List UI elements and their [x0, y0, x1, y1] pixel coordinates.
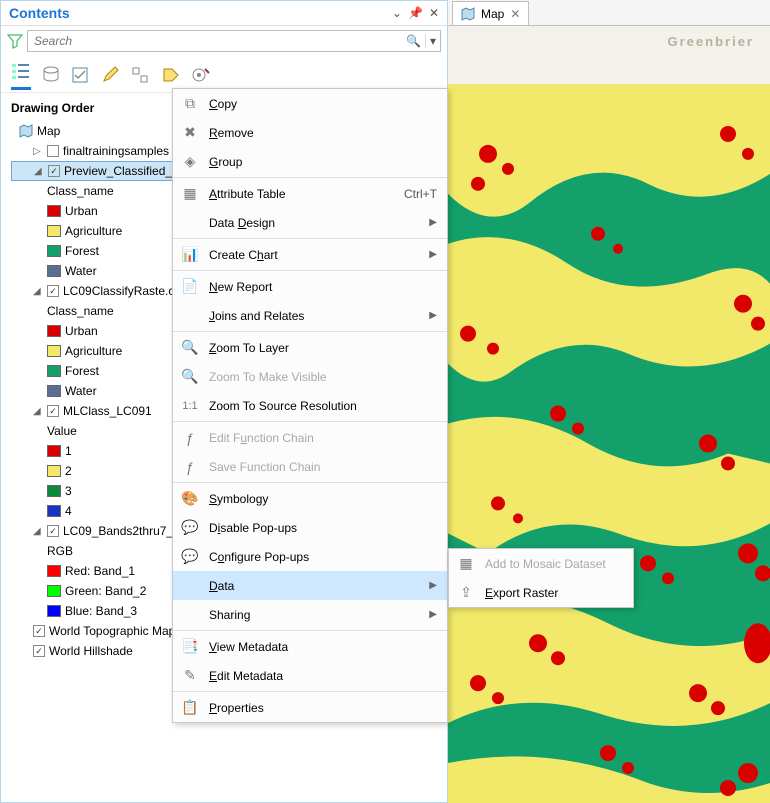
- report-icon: 📄: [181, 278, 199, 296]
- cm-new-report[interactable]: 📄New Report: [173, 272, 447, 301]
- visibility-checkbox[interactable]: [47, 145, 59, 157]
- cm-edit-function-chain: ƒEdit Function Chain: [173, 423, 447, 452]
- submenu-arrow-icon: ▶: [429, 580, 437, 591]
- cm-symbology[interactable]: 🎨Symbology: [173, 484, 447, 513]
- chart-icon: 📊: [181, 246, 199, 264]
- close-tab-icon[interactable]: ✕: [510, 7, 520, 21]
- visibility-checkbox[interactable]: ✓: [33, 625, 45, 637]
- mosaic-icon: ▦: [457, 555, 475, 573]
- cm-zoom-to-visible: 🔍Zoom To Make Visible: [173, 362, 447, 391]
- zoom-visible-icon: 🔍: [181, 368, 199, 386]
- zoom-icon: 🔍: [181, 339, 199, 357]
- map-tab[interactable]: Map ✕: [452, 1, 529, 25]
- cm-save-function-chain: ƒSave Function Chain: [173, 452, 447, 481]
- close-pane-icon[interactable]: ✕: [429, 6, 439, 20]
- map-icon: [19, 124, 33, 138]
- cm-sharing[interactable]: Sharing▶: [173, 600, 447, 629]
- cm-properties[interactable]: 📋Properties: [173, 693, 447, 722]
- popup-disable-icon: 💬: [181, 519, 199, 537]
- search-icon[interactable]: 🔍: [402, 34, 425, 48]
- submenu-arrow-icon: ▶: [429, 217, 437, 228]
- visibility-checkbox[interactable]: ✓: [33, 645, 45, 657]
- cm-data[interactable]: Data▶: [173, 571, 447, 600]
- visibility-checkbox[interactable]: ✓: [47, 405, 59, 417]
- layer-label: World Hillshade: [49, 644, 133, 658]
- filter-icon[interactable]: [7, 33, 23, 49]
- layer-label: finaltrainingsamples: [63, 144, 169, 158]
- layer-context-menu: ⧉CCopyopy ✖Remove ◈Group ▦Attribute Tabl…: [172, 88, 448, 723]
- map-place-label: Greenbrier: [668, 34, 754, 49]
- cm-create-chart[interactable]: 📊Create Chart▶: [173, 240, 447, 269]
- submenu-arrow-icon: ▶: [429, 249, 437, 260]
- map-root-label: Map: [37, 124, 60, 138]
- group-icon: ◈: [181, 153, 199, 171]
- map-pane: Map ✕ Greenbrier: [448, 0, 770, 803]
- submenu-arrow-icon: ▶: [429, 310, 437, 321]
- pane-title: Contents: [9, 5, 392, 21]
- data-submenu: ▦Add to Mosaic Dataset ⇪Export Raster: [448, 548, 634, 608]
- expander-icon[interactable]: ◢: [34, 166, 44, 177]
- expander-icon[interactable]: ◢: [33, 526, 43, 537]
- list-by-perception-icon[interactable]: [191, 66, 211, 87]
- expander-icon[interactable]: ◢: [33, 406, 43, 417]
- map-tab-label: Map: [481, 7, 504, 21]
- cm-configure-popups[interactable]: 💬Configure Pop-ups: [173, 542, 447, 571]
- save-function-icon: ƒ: [181, 458, 199, 476]
- popup-config-icon: 💬: [181, 548, 199, 566]
- visibility-checkbox[interactable]: ✓: [47, 525, 59, 537]
- remove-icon: ✖: [181, 124, 199, 142]
- layer-label: LC09ClassifyRaste.crf: [63, 284, 182, 298]
- cm-copy[interactable]: ⧉CCopyopy: [173, 89, 447, 118]
- search-box[interactable]: 🔍 ▾: [27, 30, 441, 52]
- map-canvas[interactable]: Greenbrier: [448, 26, 770, 803]
- expander-icon[interactable]: ◢: [33, 286, 43, 297]
- layer-label: MLClass_LC091: [63, 404, 152, 418]
- search-dropdown-icon[interactable]: ▾: [425, 34, 440, 48]
- contents-toolbar: [1, 56, 447, 92]
- ratio-icon: 1:1: [181, 397, 199, 415]
- cm-joins-relates[interactable]: Joins and Relates▶: [173, 301, 447, 330]
- cm-group[interactable]: ◈Group: [173, 147, 447, 176]
- layer-label: World Topographic Map: [49, 624, 175, 638]
- pane-header: Contents ⌄ 📌 ✕: [1, 1, 447, 26]
- cm-zoom-source-resolution[interactable]: 1:1Zoom To Source Resolution: [173, 391, 447, 420]
- shortcut-label: Ctrl+T: [404, 187, 437, 201]
- cm-zoom-to-layer[interactable]: 🔍Zoom To Layer: [173, 333, 447, 362]
- cm-remove[interactable]: ✖Remove: [173, 118, 447, 147]
- sm-export-raster[interactable]: ⇪Export Raster: [449, 578, 633, 607]
- table-icon: ▦: [181, 185, 199, 203]
- metadata-icon: 📑: [181, 638, 199, 656]
- cm-view-metadata[interactable]: 📑View Metadata: [173, 632, 447, 661]
- symbology-icon: 🎨: [181, 490, 199, 508]
- map-icon: [461, 7, 475, 21]
- edit-icon: ✎: [181, 667, 199, 685]
- function-icon: ƒ: [181, 429, 199, 447]
- cm-disable-popups[interactable]: 💬Disable Pop-ups: [173, 513, 447, 542]
- properties-icon: 📋: [181, 699, 199, 717]
- autohide-icon[interactable]: ⌄: [392, 6, 402, 20]
- visibility-checkbox[interactable]: ✓: [47, 285, 59, 297]
- submenu-arrow-icon: ▶: [429, 609, 437, 620]
- list-by-labeling-icon[interactable]: [161, 66, 181, 87]
- list-by-source-icon[interactable]: [41, 66, 61, 87]
- list-by-editing-icon[interactable]: [101, 66, 121, 87]
- classified-raster: [448, 84, 770, 803]
- list-by-selection-icon[interactable]: [71, 66, 91, 87]
- list-by-drawing-order-icon[interactable]: [11, 62, 31, 90]
- cm-data-design[interactable]: Data Design▶: [173, 208, 447, 237]
- visibility-checkbox[interactable]: ✓: [48, 165, 60, 177]
- list-by-snapping-icon[interactable]: [131, 66, 151, 87]
- map-tab-bar: Map ✕: [448, 0, 770, 26]
- search-input[interactable]: [28, 34, 402, 48]
- search-row: 🔍 ▾: [1, 26, 447, 56]
- copy-icon: ⧉: [181, 95, 199, 113]
- export-icon: ⇪: [457, 584, 475, 602]
- expander-icon[interactable]: ▷: [33, 146, 43, 157]
- cm-edit-metadata[interactable]: ✎Edit Metadata: [173, 661, 447, 690]
- cm-attribute-table[interactable]: ▦Attribute TableCtrl+T: [173, 179, 447, 208]
- sm-add-mosaic: ▦Add to Mosaic Dataset: [449, 549, 633, 578]
- pin-icon[interactable]: 📌: [408, 6, 423, 20]
